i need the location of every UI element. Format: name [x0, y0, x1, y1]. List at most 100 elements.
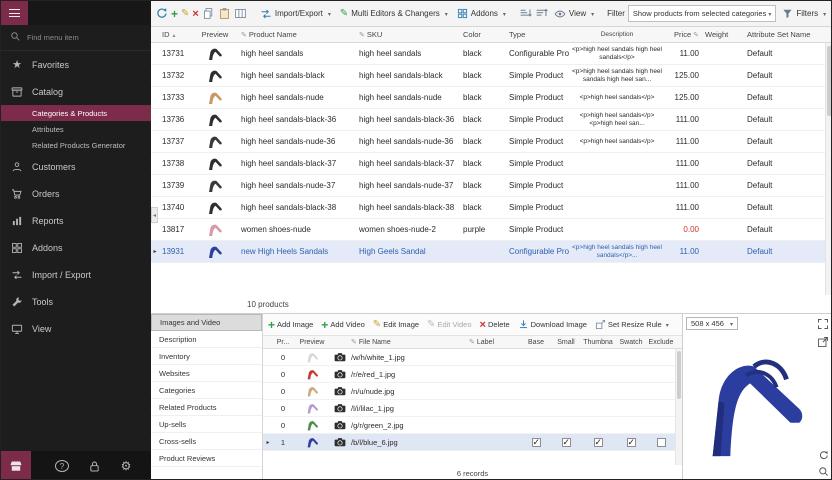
delete-product-button[interactable]	[192, 7, 198, 21]
column-header-id[interactable]: ID	[159, 30, 193, 39]
copy-button[interactable]	[202, 7, 215, 21]
sidebar-item-catalog[interactable]: Catalog	[1, 78, 151, 105]
column-header-type[interactable]: Type	[505, 30, 569, 39]
column-header-price[interactable]: Price	[665, 30, 705, 39]
image-row[interactable]: 0 /r/e/red_1.jpg	[263, 366, 682, 383]
detail-tab[interactable]: Inventory	[151, 348, 262, 365]
sidebar-item-categories-products[interactable]: Categories & Products	[1, 105, 151, 121]
add-video-button[interactable]: Add Video	[319, 316, 367, 334]
sort-ascending-button[interactable]	[519, 7, 532, 21]
lock-icon[interactable]	[87, 460, 101, 473]
edit-product-button[interactable]	[181, 7, 189, 21]
column-header-swatch[interactable]: Swatch	[615, 339, 647, 346]
table-row[interactable]: 13817 women shoes-nude women shoes-nude-…	[151, 219, 832, 241]
columns-button[interactable]	[234, 7, 247, 21]
sidebar-item-attributes[interactable]: Attributes	[1, 121, 151, 137]
add-product-button[interactable]	[171, 7, 178, 21]
fullscreen-icon[interactable]	[817, 318, 829, 330]
delete-image-button[interactable]: Delete	[478, 317, 512, 333]
detail-tab[interactable]: Categories	[151, 382, 262, 399]
table-row[interactable]: 13732 high heel sandals-black high heel …	[151, 65, 832, 87]
small-checkbox[interactable]	[562, 438, 571, 447]
rotate-icon[interactable]	[818, 450, 829, 461]
column-header-position[interactable]: Pr...	[273, 339, 293, 346]
filter-select[interactable]: Show products from selected categories	[628, 5, 776, 22]
table-row[interactable]: 13736 high heel sandals-black-36 high he…	[151, 109, 832, 131]
help-icon[interactable]	[55, 460, 69, 472]
edit-video-button[interactable]: Edit Video	[425, 317, 473, 332]
table-row[interactable]: 13740 high heel sandals-black-38 high he…	[151, 197, 832, 219]
column-header-file-name[interactable]: File Name	[349, 338, 467, 346]
column-header-small[interactable]: Small	[551, 339, 581, 346]
table-row[interactable]: 13739 high heel sandals-nude-37 high hee…	[151, 175, 832, 197]
store-button[interactable]	[1, 451, 31, 480]
image-row[interactable]: ▸ 1 /b/l/blue_6.jpg	[263, 434, 682, 451]
column-header-label[interactable]: Label	[467, 338, 521, 346]
addons-menu-button[interactable]: Addons	[454, 6, 509, 21]
image-row[interactable]: 0 /w/h/white_1.jpg	[263, 349, 682, 366]
sidebar-item-orders[interactable]: Orders	[1, 180, 151, 207]
base-checkbox[interactable]	[532, 438, 541, 447]
download-image-button[interactable]: Download Image	[516, 317, 589, 332]
table-row[interactable]: 13731 high heel sandals high heel sandal…	[151, 43, 832, 65]
column-header-sku[interactable]: SKU	[355, 30, 459, 39]
preview-size-select[interactable]: 508 x 456	[686, 317, 738, 330]
view-menu-button[interactable]: View	[551, 6, 597, 22]
sidebar-item-customers[interactable]: Customers	[1, 153, 151, 180]
column-header-exclude[interactable]: Exclude	[647, 339, 675, 346]
gear-icon[interactable]	[119, 459, 133, 473]
column-header-thumbnail[interactable]: Thumbna	[581, 339, 615, 346]
collapse-panel-handle[interactable]	[151, 207, 158, 223]
column-header-preview[interactable]: Preview	[193, 30, 237, 39]
sidebar-item-reports[interactable]: Reports	[1, 207, 151, 234]
import-export-menu-button[interactable]: Import/Export	[257, 6, 334, 22]
refresh-button[interactable]	[155, 7, 168, 21]
set-resize-rule-button[interactable]: Set Resize Rule	[593, 317, 671, 332]
column-header-base[interactable]: Base	[521, 339, 551, 346]
product-type-cell: Simple Product	[505, 137, 569, 146]
sidebar-item-related-products-generator[interactable]: Related Products Generator	[1, 137, 151, 153]
detail-tab[interactable]: Related Products	[151, 399, 262, 416]
multi-editors-menu-button[interactable]: Multi Editors & Changers	[337, 6, 451, 21]
add-image-button[interactable]: Add Image	[266, 316, 315, 334]
sidebar-item-favorites[interactable]: Favorites	[1, 51, 151, 78]
scrollbar-thumb[interactable]	[827, 46, 832, 116]
column-header-color[interactable]: Color	[459, 30, 505, 39]
column-header-preview[interactable]: Preview	[293, 339, 331, 346]
sidebar-item-view[interactable]: View	[1, 315, 151, 342]
detail-tab[interactable]: Websites	[151, 365, 262, 382]
zoom-icon[interactable]	[818, 466, 829, 477]
sidebar-item-tools[interactable]: Tools	[1, 288, 151, 315]
image-row[interactable]: 0 /g/r/green_2.jpg	[263, 417, 682, 434]
detail-tab[interactable]: Product Reviews	[151, 450, 262, 467]
column-header-description[interactable]: Description	[569, 31, 665, 38]
detail-tab[interactable]: Up-sells	[151, 416, 262, 433]
image-row[interactable]: 0 /l/i/lilac_1.jpg	[263, 400, 682, 417]
detail-tab[interactable]: Images and Video	[151, 314, 262, 331]
sidebar-item-addons[interactable]: Addons	[1, 234, 151, 261]
image-row[interactable]: 0 /n/u/nude.jpg	[263, 383, 682, 400]
images-scrollbar[interactable]	[675, 349, 682, 465]
detail-tab[interactable]: Description	[151, 331, 262, 348]
exclude-checkbox[interactable]	[657, 438, 666, 447]
sort-descending-button[interactable]	[535, 7, 548, 21]
thumbnail-checkbox[interactable]	[594, 438, 603, 447]
table-row[interactable]: 13737 high heel sandals-nude-36 high hee…	[151, 131, 832, 153]
edit-image-button[interactable]: Edit Image	[371, 317, 421, 332]
column-header-weight[interactable]: Weight	[705, 30, 741, 39]
products-scrollbar[interactable]	[825, 43, 832, 295]
filters-button[interactable]: Filters	[779, 6, 829, 21]
table-row[interactable]: 13738 high heel sandals-black-37 high he…	[151, 153, 832, 175]
column-header-product-name[interactable]: Product Name	[237, 30, 355, 39]
swatch-checkbox[interactable]	[627, 438, 636, 447]
hamburger-menu-button[interactable]	[1, 1, 28, 25]
table-row[interactable]: ▸ 13931 new High Heels Sandals High Geel…	[151, 241, 832, 263]
scrollbar-thumb[interactable]	[677, 351, 681, 399]
open-external-icon[interactable]	[817, 336, 829, 348]
table-row[interactable]: 13733 high heel sandals-nude high heel s…	[151, 87, 832, 109]
column-header-attribute-set[interactable]: Attribute Set Name	[741, 30, 825, 39]
paste-button[interactable]	[218, 7, 231, 21]
detail-tab[interactable]: Cross-sells	[151, 433, 262, 450]
sidebar-item-import-export[interactable]: Import / Export	[1, 261, 151, 288]
sidebar-search-input[interactable]: Find menu item	[1, 25, 151, 51]
